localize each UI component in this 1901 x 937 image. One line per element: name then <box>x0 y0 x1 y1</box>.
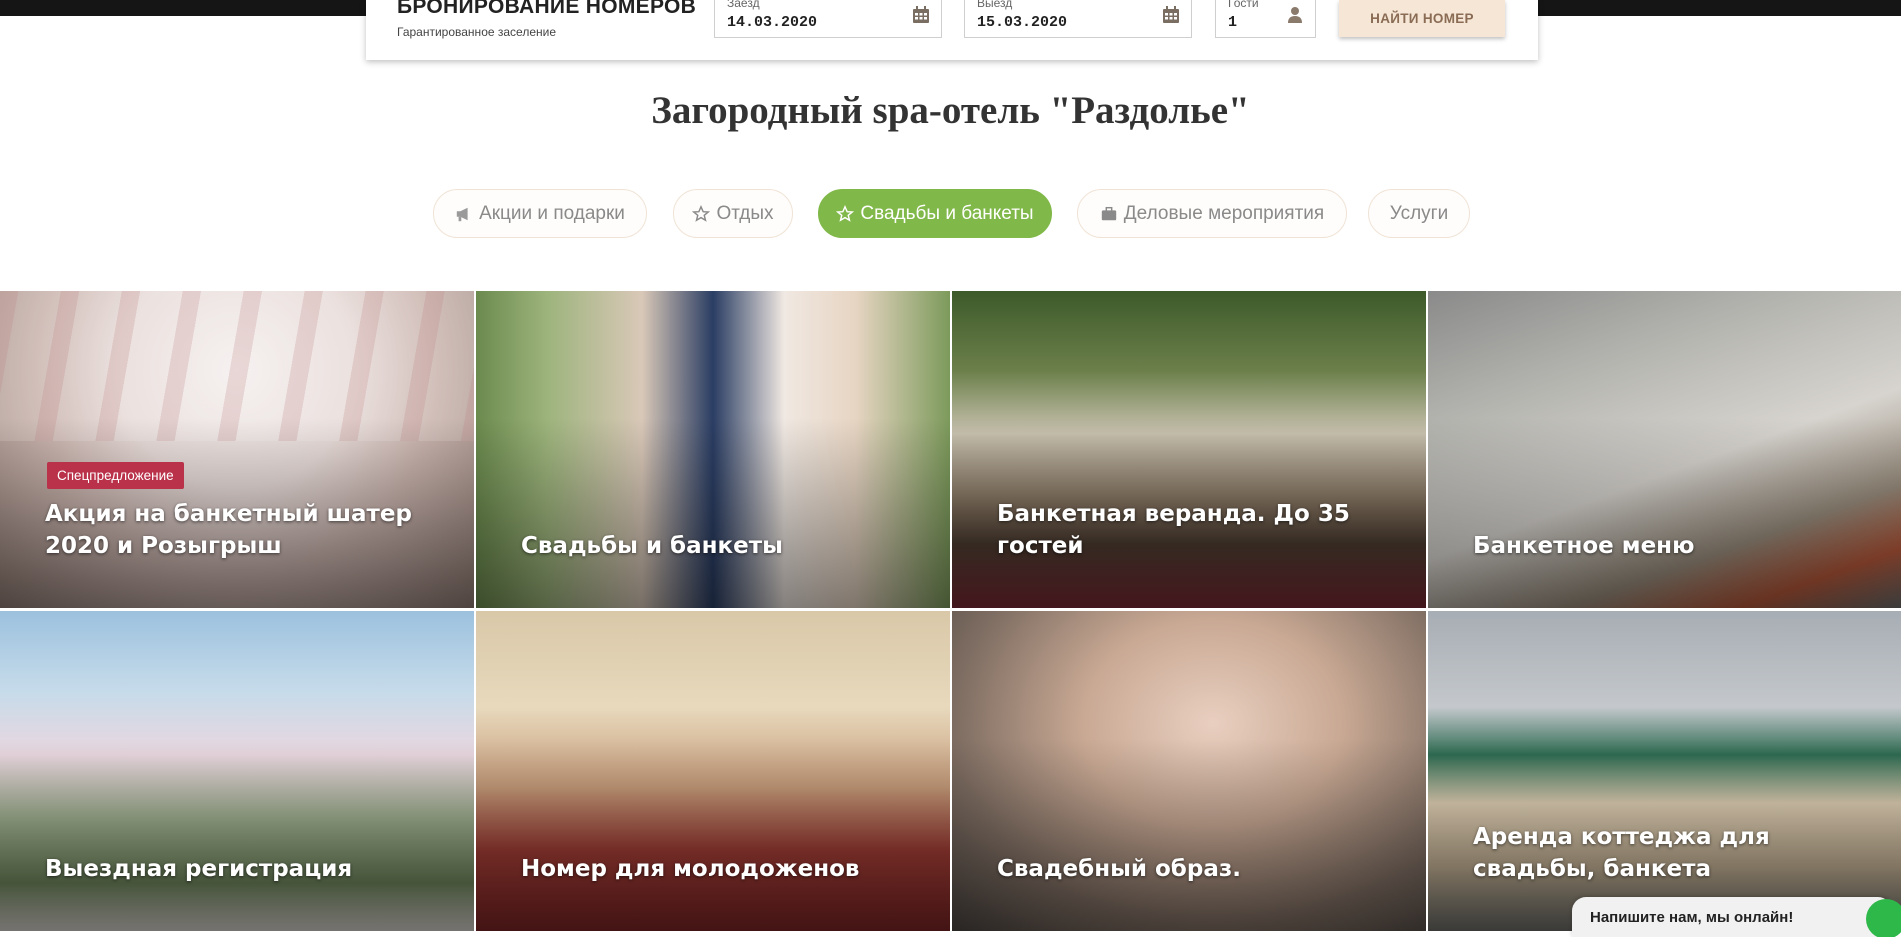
offer-title: Выездная регистрация <box>45 856 353 882</box>
tab-label: Акции и подарки <box>479 202 625 224</box>
calendar-icon[interactable] <box>1161 5 1181 25</box>
tab-label: Отдых <box>716 202 774 224</box>
star-outline-icon <box>692 204 711 222</box>
checkout-value[interactable]: 15.03.2020 <box>977 14 1067 31</box>
booking-bar: БРОНИРОВАНИЕ НОМЕРОВ Гарантированное зас… <box>366 0 1538 60</box>
offer-title: Номер для молодоженов <box>521 856 860 882</box>
offer-title: Банкетное меню <box>1473 533 1695 559</box>
guests-value[interactable]: 1 <box>1228 14 1237 31</box>
offer-card[interactable]: Свадебный образ. <box>952 611 1426 931</box>
guests-field[interactable]: Гости 1 <box>1215 0 1316 38</box>
calendar-icon[interactable] <box>911 5 931 25</box>
star-outline-icon <box>836 204 855 222</box>
tab-label: Услуги <box>1389 202 1449 224</box>
tab-business-events[interactable]: Деловые мероприятия <box>1077 189 1347 238</box>
booking-subtitle: Гарантированное заселение <box>397 25 556 39</box>
offer-card[interactable]: Банкетная веранда. До 35 гостей <box>952 291 1426 608</box>
offer-title: Акция на банкетный шатер 2020 и Розыгрыш <box>45 501 412 559</box>
tab-rest[interactable]: Отдых <box>673 189 793 238</box>
find-room-button[interactable]: НАЙТИ НОМЕР <box>1339 0 1505 37</box>
offers-grid: Спецпредложение Акция на банкетный шатер… <box>0 291 1901 931</box>
page-title: Загородный spa-отель "Раздолье" <box>651 89 1250 132</box>
tab-promotions[interactable]: Акции и подарки <box>433 189 647 238</box>
tab-label: Свадьбы и банкеты <box>860 202 1034 224</box>
offer-card[interactable]: Спецпредложение Акция на банкетный шатер… <box>0 291 474 608</box>
chat-status-icon <box>1866 899 1901 937</box>
special-offer-badge: Спецпредложение <box>47 462 184 489</box>
tab-label: Деловые мероприятия <box>1123 202 1325 224</box>
user-icon <box>1288 7 1302 23</box>
checkout-label: Выезд <box>977 0 1013 10</box>
online-chat-widget[interactable]: Напишите нам, мы онлайн! <box>1572 897 1901 937</box>
offer-card[interactable]: Аренда коттеджа для свадьбы, банкета <box>1428 611 1901 931</box>
offer-title: Банкетная веранда. До 35 гостей <box>997 501 1350 559</box>
offer-title: Свадебный образ. <box>997 856 1241 882</box>
offer-title: Свадьбы и банкеты <box>521 533 783 559</box>
offer-card[interactable]: Выездная регистрация <box>0 611 474 931</box>
guests-label: Гости <box>1228 0 1259 10</box>
offer-card[interactable]: Номер для молодоженов <box>476 611 950 931</box>
checkin-value[interactable]: 14.03.2020 <box>727 14 817 31</box>
offer-card[interactable]: Свадьбы и банкеты <box>476 291 950 608</box>
chat-label: Напишите нам, мы онлайн! <box>1590 909 1794 926</box>
tab-weddings[interactable]: Свадьбы и банкеты <box>818 189 1052 238</box>
offer-card[interactable]: Банкетное меню <box>1428 291 1901 608</box>
offer-title: Аренда коттеджа для свадьбы, банкета <box>1473 824 1770 882</box>
checkout-field[interactable]: Выезд 15.03.2020 <box>964 0 1192 38</box>
checkin-label: Заезд <box>727 0 760 10</box>
tab-services[interactable]: Услуги <box>1368 189 1470 238</box>
briefcase-icon <box>1101 206 1116 220</box>
megaphone-icon <box>456 207 468 221</box>
booking-title: БРОНИРОВАНИЕ НОМЕРОВ <box>397 0 697 18</box>
checkin-field[interactable]: Заезд 14.03.2020 <box>714 0 942 38</box>
